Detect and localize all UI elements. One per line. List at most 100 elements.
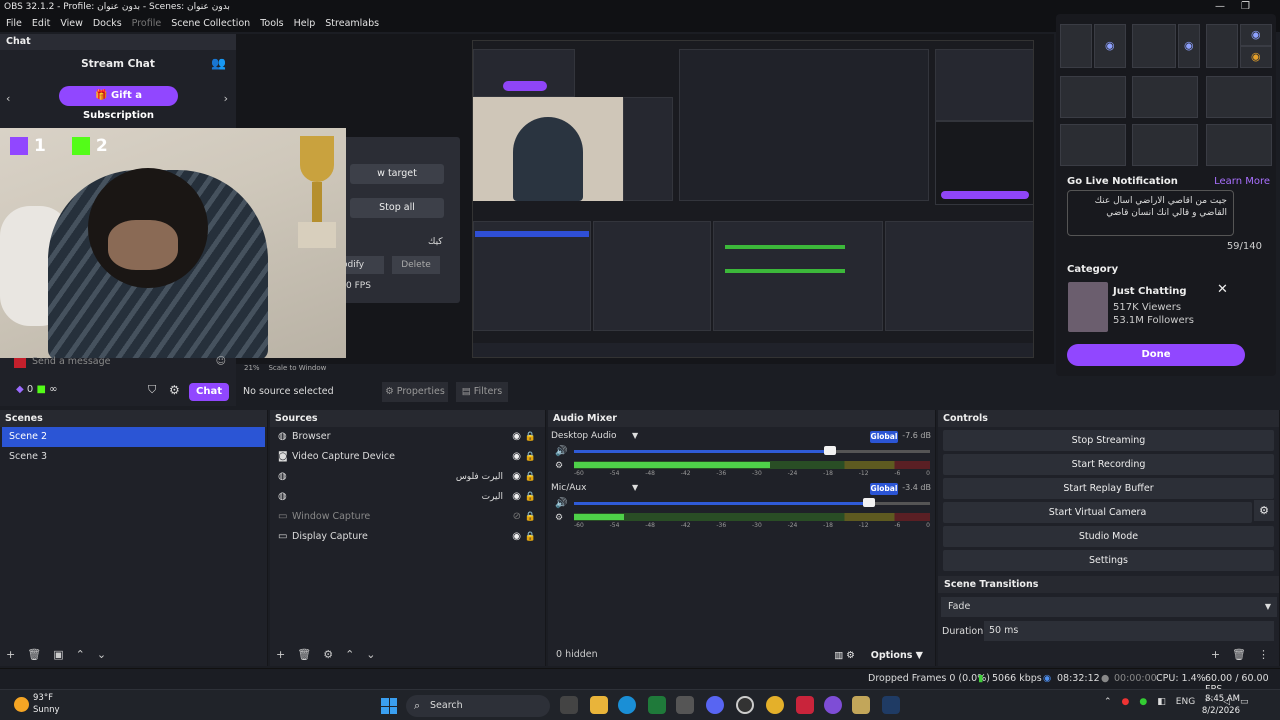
- start-virtual-camera-button[interactable]: Start Virtual Camera: [943, 502, 1252, 523]
- fader-knob[interactable]: [863, 498, 876, 507]
- source-item[interactable]: ◙ Video Capture Device ◉ 🔒: [270, 447, 545, 467]
- menu-edit[interactable]: Edit: [32, 16, 50, 32]
- fader-knob[interactable]: [824, 446, 837, 455]
- lock-icon[interactable]: 🔒: [525, 507, 536, 527]
- chevron-up-icon[interactable]: ⌃: [1104, 697, 1112, 707]
- app-icon[interactable]: [648, 696, 666, 714]
- global-badge[interactable]: Global: [870, 483, 898, 495]
- menu-help[interactable]: Help: [294, 16, 316, 32]
- chat-input[interactable]: Send a message ☺: [0, 354, 236, 374]
- steam-icon[interactable]: [882, 696, 900, 714]
- studio-mode-button[interactable]: Studio Mode: [943, 526, 1274, 547]
- chevron-right-icon[interactable]: ›: [224, 92, 228, 105]
- eye-icon[interactable]: ◉: [512, 467, 521, 487]
- layout-option[interactable]: [1206, 24, 1238, 68]
- eye-icon[interactable]: ◉: [512, 527, 521, 547]
- audio-settings-icon[interactable]: ⚙: [555, 461, 563, 471]
- mixer-options-button[interactable]: ▥ ⚙ Options ▼: [834, 650, 923, 661]
- edge-icon[interactable]: [618, 696, 636, 714]
- scale-mode[interactable]: Scale to Window: [268, 364, 326, 372]
- tray-app-icon[interactable]: ●: [1139, 697, 1147, 707]
- emoji-icon[interactable]: ☺: [216, 356, 226, 367]
- discord-icon[interactable]: [706, 696, 724, 714]
- source-item[interactable]: ◍ Browser ◉ 🔒: [270, 427, 545, 447]
- eye-icon[interactable]: ◉: [512, 427, 521, 447]
- gear-icon[interactable]: ⚙: [169, 383, 180, 397]
- source-item[interactable]: ▭ Window Capture ⊘ 🔒: [270, 507, 545, 527]
- gift-subscription-button[interactable]: 🎁 Gift a Subscription: [59, 86, 178, 121]
- layout-option[interactable]: ◉: [1094, 24, 1126, 68]
- scene-item[interactable]: Scene 2: [2, 427, 265, 447]
- gear-icon[interactable]: ⚙: [1254, 500, 1274, 521]
- volume-fader[interactable]: [574, 502, 870, 505]
- eye-icon[interactable]: ◉: [512, 447, 521, 467]
- layout-icon[interactable]: ▥ ⚙: [834, 650, 855, 661]
- taskbar-search[interactable]: ⌕ Search: [406, 695, 550, 717]
- global-badge[interactable]: Global: [870, 431, 898, 443]
- channel-points[interactable]: ◆ 0 ■ ∞: [16, 384, 57, 395]
- stop-all-button[interactable]: Stop all: [350, 198, 444, 218]
- app-icon[interactable]: [796, 696, 814, 714]
- layout-option[interactable]: [1060, 76, 1126, 118]
- menu-streamlabs[interactable]: Streamlabs: [325, 16, 379, 32]
- settings-button[interactable]: Settings: [943, 550, 1274, 571]
- layout-option[interactable]: [1206, 124, 1272, 166]
- chevron-down-icon[interactable]: ▼: [632, 483, 638, 492]
- menu-file[interactable]: File: [6, 16, 22, 32]
- layout-option[interactable]: [1132, 24, 1176, 68]
- trash-icon[interactable]: 🗑: [1232, 648, 1246, 661]
- duration-input[interactable]: 50 ms: [984, 621, 1274, 641]
- volume-fader[interactable]: [574, 450, 831, 453]
- delete-button[interactable]: Delete: [392, 256, 440, 274]
- chat-send-button[interactable]: Chat: [189, 383, 229, 401]
- chrome-icon[interactable]: [766, 696, 784, 714]
- gear-icon[interactable]: ⚙: [323, 648, 333, 661]
- eye-icon[interactable]: ◉: [512, 487, 521, 507]
- obs-icon[interactable]: [736, 696, 754, 714]
- source-item[interactable]: ◍ اليرت فلوس ◉ 🔒: [270, 467, 545, 487]
- trash-icon[interactable]: 🗑: [27, 648, 41, 661]
- lock-icon[interactable]: 🔒: [525, 427, 536, 447]
- menu-profile[interactable]: Profile: [132, 16, 162, 32]
- layout-option[interactable]: ◉: [1240, 24, 1272, 46]
- layout-option[interactable]: ◉: [1178, 24, 1200, 68]
- menu-view[interactable]: View: [60, 16, 83, 32]
- menu-docks[interactable]: Docks: [93, 16, 122, 32]
- task-view-icon[interactable]: [560, 696, 578, 714]
- stop-streaming-button[interactable]: Stop Streaming: [943, 430, 1274, 451]
- tray-app-icon[interactable]: ●: [1122, 697, 1130, 707]
- add-icon[interactable]: +: [276, 648, 285, 661]
- lock-icon[interactable]: 🔒: [525, 527, 536, 547]
- more-icon[interactable]: ⋮: [1258, 648, 1269, 661]
- chevron-left-icon[interactable]: ‹: [6, 92, 10, 105]
- close-icon[interactable]: ✕: [1217, 282, 1228, 297]
- clock[interactable]: 8:45 AM 8/2/2026: [1202, 693, 1240, 717]
- layout-option[interactable]: [1132, 76, 1198, 118]
- battery-icon[interactable]: ▭: [1240, 697, 1249, 707]
- file-explorer-icon[interactable]: [590, 696, 608, 714]
- done-button[interactable]: Done: [1067, 344, 1245, 366]
- lock-icon[interactable]: 🔒: [525, 467, 536, 487]
- speaker-icon[interactable]: 🔊: [555, 446, 567, 457]
- start-replay-buffer-button[interactable]: Start Replay Buffer: [943, 478, 1274, 499]
- shield-icon[interactable]: ⛉: [148, 383, 156, 397]
- menu-tools[interactable]: Tools: [260, 16, 283, 32]
- add-target-button[interactable]: w target: [350, 164, 444, 184]
- lock-icon[interactable]: 🔒: [525, 487, 536, 507]
- layout-option[interactable]: [1060, 24, 1092, 68]
- users-icon[interactable]: 👥: [211, 56, 226, 70]
- add-icon[interactable]: +: [1211, 648, 1220, 661]
- trash-icon[interactable]: 🗑: [297, 648, 311, 661]
- layout-option[interactable]: [1206, 76, 1272, 118]
- filter-icon[interactable]: ▣: [53, 648, 63, 661]
- windows-start-icon[interactable]: [381, 698, 397, 714]
- language-indicator[interactable]: ENG: [1176, 697, 1195, 707]
- notification-message-input[interactable]: جيت من اقاصي الاراضي اسال عنك القاضي و ق…: [1067, 190, 1234, 236]
- up-icon[interactable]: ⌃: [76, 648, 85, 661]
- layout-option[interactable]: [1132, 124, 1198, 166]
- scene-item[interactable]: Scene 3: [2, 447, 265, 467]
- store-icon[interactable]: [676, 696, 694, 714]
- menu-scene-collection[interactable]: Scene Collection: [171, 16, 250, 32]
- source-item[interactable]: ▭ Display Capture ◉ 🔒: [270, 527, 545, 547]
- maximize-icon[interactable]: ❐: [1241, 1, 1250, 12]
